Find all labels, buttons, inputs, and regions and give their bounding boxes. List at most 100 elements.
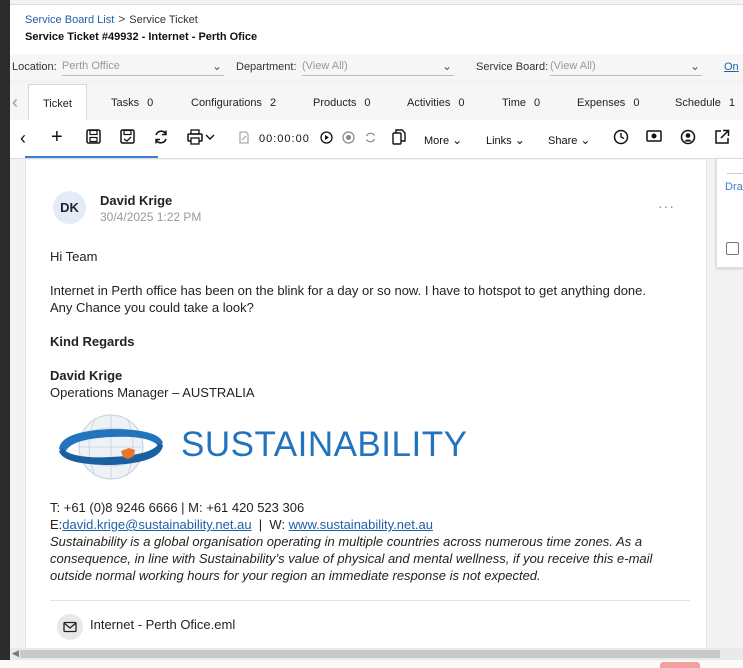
chevron-down-icon: ⌄: [689, 59, 700, 73]
tab-label: Activities: [407, 97, 451, 109]
more-menu[interactable]: More ⌄: [424, 133, 462, 147]
disclaimer-line-2: consequence, in line with Sustainability…: [50, 551, 653, 566]
top-border: [10, 0, 743, 5]
tab-label: Expenses: [577, 97, 626, 109]
tab-label: Time: [502, 97, 527, 109]
right-panel-label[interactable]: Dra: [725, 181, 743, 193]
horizontal-scrollbar[interactable]: ◀: [10, 648, 743, 660]
message-pane: DK David Krige 30/4/2025 1:22 PM ··· Hi …: [25, 160, 707, 648]
greeting: Hi Team: [50, 249, 98, 264]
print-icon[interactable]: [187, 129, 217, 145]
tab-count: 2: [269, 97, 277, 109]
tab-bar: ‹ Ticket Tasks 0 Configurations 2 Products…: [10, 84, 743, 121]
tab-label: Ticket: [43, 98, 72, 110]
divider: [50, 600, 690, 601]
toolbar: ‹ + 00:00:00 More ⌄ Links ⌄ Share ⌄: [10, 120, 743, 159]
right-panel-checkbox[interactable]: [726, 242, 739, 255]
copy-icon[interactable]: [392, 129, 406, 145]
tab-label: Products: [313, 97, 357, 109]
department-select[interactable]: (View All) ⌄: [302, 57, 454, 76]
tab-label: Schedule: [675, 97, 721, 109]
chevron-down-icon: ⌄: [514, 133, 525, 147]
department-value: (View All): [302, 60, 348, 72]
website-link[interactable]: www.sustainability.net.au: [289, 517, 433, 532]
breadcrumb-service-board-list[interactable]: Service Board List: [25, 14, 114, 26]
save-and-close-icon[interactable]: [120, 129, 135, 144]
body-line-1: Internet in Perth office has been on the…: [50, 283, 646, 298]
tab-time[interactable]: Time 0: [502, 84, 540, 120]
tab-count: 0: [458, 97, 465, 109]
chevron-down-icon: ⌄: [452, 133, 463, 147]
links-menu[interactable]: Links ⌄: [486, 133, 525, 147]
service-board-select[interactable]: (View All) ⌄: [550, 57, 702, 76]
signature-title: Operations Manager – AUSTRALIA: [50, 385, 255, 400]
phone-line: T: +61 (0)8 9246 6666 | M: +61 420 523 3…: [50, 500, 305, 515]
back-icon[interactable]: ‹: [20, 128, 26, 149]
more-options-icon[interactable]: ···: [658, 198, 675, 214]
right-panel: Dra: [716, 158, 743, 268]
tab-count: 0: [633, 97, 640, 109]
scrollbar-thumb[interactable]: [20, 650, 720, 658]
left-app-strip: [0, 0, 10, 668]
body-line-2: Any Chance you could take a look?: [50, 300, 254, 315]
chevron-down-icon: ⌄: [580, 133, 591, 147]
reset-timer-icon[interactable]: [364, 131, 377, 144]
tab-products[interactable]: Products 0: [313, 84, 371, 120]
location-select[interactable]: Perth Office ⌄: [62, 57, 224, 76]
user-icon[interactable]: [680, 129, 696, 145]
bottom-bar: [0, 660, 743, 668]
open-external-icon[interactable]: [714, 129, 730, 145]
attachment-name[interactable]: Internet - Perth Ofice.eml: [90, 617, 235, 632]
ticket-icon[interactable]: [646, 129, 662, 143]
tab-schedule[interactable]: Schedule 1: [675, 84, 735, 120]
web-separator: | W:: [251, 517, 289, 532]
scroll-left-icon[interactable]: ‹: [12, 92, 18, 113]
envelope-icon: [57, 614, 83, 640]
email-link[interactable]: david.krige@sustainability.net.au: [62, 517, 251, 532]
logo-wordmark: SUSTAINABILITY: [181, 425, 468, 464]
tab-expenses[interactable]: Expenses 0: [577, 84, 639, 120]
breadcrumb: Service Board List > Service Ticket: [25, 12, 198, 26]
tab-count: 0: [534, 97, 541, 109]
service-board-label: Service Board:: [476, 61, 549, 73]
record-icon[interactable]: [342, 131, 355, 144]
service-board-value: (View All): [550, 60, 596, 72]
play-icon[interactable]: [320, 131, 333, 144]
email-prefix: E:: [50, 517, 63, 532]
tab-ticket[interactable]: Ticket: [28, 84, 87, 121]
breadcrumb-current: Service Ticket: [129, 14, 198, 26]
tab-count: 1: [728, 97, 735, 109]
timer-edit-icon[interactable]: [238, 131, 250, 144]
breadcrumb-separator: >: [118, 12, 126, 26]
signature-name: David Krige: [50, 368, 123, 383]
regards: Kind Regards: [50, 334, 135, 349]
share-menu[interactable]: Share ⌄: [548, 133, 590, 147]
more-label: More: [424, 135, 450, 147]
on-link[interactable]: On: [724, 61, 739, 73]
page-title: Service Ticket #49932 - Internet - Perth…: [25, 31, 258, 43]
refresh-icon[interactable]: [153, 129, 169, 145]
links-label: Links: [486, 135, 512, 147]
tab-count: 0: [147, 97, 154, 109]
timer-display: 00:00:00: [259, 133, 310, 145]
sender-name: David Krige: [100, 193, 173, 208]
filter-bar: Location: Perth Office ⌄ Department: (Vi…: [10, 54, 743, 80]
save-icon[interactable]: [86, 129, 101, 144]
tab-tasks[interactable]: Tasks 0: [111, 84, 153, 120]
tab-label: Tasks: [111, 97, 140, 109]
header: Service Board List > Service Ticket Servic…: [10, 0, 743, 54]
department-label: Department:: [236, 61, 297, 73]
add-icon[interactable]: +: [51, 126, 63, 149]
avatar: DK: [53, 191, 86, 224]
disclaimer-line-3: outside normal working hours for your re…: [50, 568, 541, 583]
active-tab-indicator: [25, 156, 158, 158]
clock-icon[interactable]: [613, 129, 629, 145]
tab-count: 0: [364, 97, 371, 109]
tab-configurations[interactable]: Configurations 2: [191, 84, 276, 120]
tab-activities[interactable]: Activities 0: [407, 84, 465, 120]
contact-line: E:david.krige@sustainability.net.au | W:…: [50, 516, 433, 533]
location-value: Perth Office: [62, 60, 120, 72]
notification-tab[interactable]: [660, 662, 700, 668]
location-label: Location:: [12, 61, 57, 73]
scroll-left-arrow-icon[interactable]: ◀: [12, 648, 19, 659]
